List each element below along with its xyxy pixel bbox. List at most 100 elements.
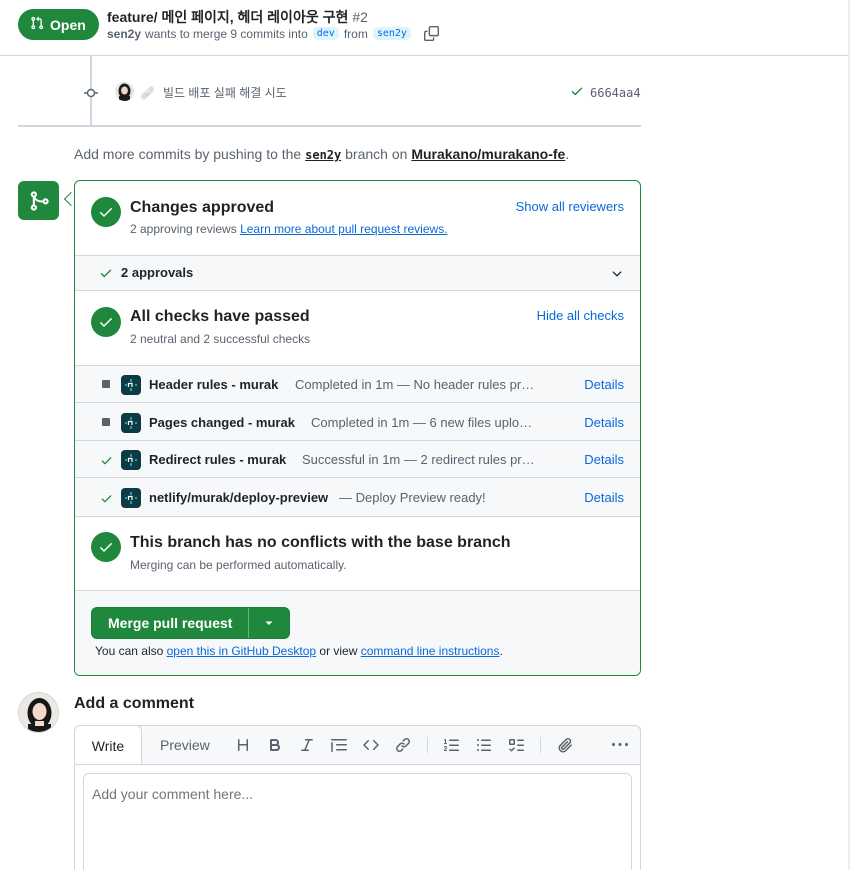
- show-reviewers-link[interactable]: Show all reviewers: [516, 199, 624, 214]
- merge-hint: You can also open this in GitHub Desktop…: [95, 644, 503, 658]
- bold-icon[interactable]: [266, 736, 284, 754]
- check-icon: [570, 84, 590, 101]
- base-branch[interactable]: dev: [312, 27, 339, 40]
- toolbar-divider: [540, 737, 541, 753]
- tab-write[interactable]: Write: [75, 726, 142, 765]
- check-icon: [100, 454, 113, 470]
- merge-button-group: Merge pull request: [91, 607, 290, 639]
- review-section: Changes approved 2 approving reviews Lea…: [75, 181, 640, 255]
- paperclip-icon[interactable]: [556, 736, 574, 754]
- copy-icon[interactable]: [423, 26, 439, 41]
- open-desktop-link[interactable]: open this in GitHub Desktop: [167, 644, 316, 658]
- netlify-app-icon: [121, 413, 141, 433]
- unordered-list-icon[interactable]: [475, 736, 493, 754]
- pr-state-badge: Open: [18, 9, 99, 40]
- toolbar-divider: [427, 737, 428, 753]
- check-description: Completed in 1m — 6 new files uploaded: [311, 415, 537, 430]
- check-name: Redirect rules - murak: [149, 452, 287, 467]
- check-row: Header rules - murak Completed in 1m — N…: [75, 366, 640, 403]
- check-details-link[interactable]: Details: [584, 490, 624, 505]
- pr-title: feature/ 메인 페이지, 헤더 레이아웃 구현 #2: [107, 7, 368, 27]
- comment-input[interactable]: [83, 773, 632, 870]
- editor-body: [75, 764, 640, 870]
- merge-hint-middle: or view: [319, 644, 358, 658]
- check-details-link[interactable]: Details: [584, 377, 624, 392]
- comment-title: Add a comment: [74, 695, 195, 712]
- head-branch[interactable]: sen2y: [372, 27, 411, 40]
- commit-sha[interactable]: 6664aa4: [570, 84, 641, 101]
- checks-title: All checks have passed: [130, 308, 310, 325]
- checks-subtitle: 2 neutral and 2 successful checks: [130, 332, 311, 346]
- add-commits-hint: Add more commits by pushing to the sen2y…: [74, 146, 569, 162]
- conflicts-title: This branch has no conflicts with the ba…: [130, 534, 511, 551]
- review-subtitle: 2 approving reviews Learn more about pul…: [130, 222, 448, 236]
- merge-box: Changes approved 2 approving reviews Lea…: [74, 180, 641, 676]
- netlify-app-icon: [121, 375, 141, 395]
- check-row: Pages changed - murak Completed in 1m — …: [75, 404, 640, 441]
- add-commits-branch[interactable]: sen2y: [305, 148, 341, 162]
- code-icon[interactable]: [362, 736, 380, 754]
- merge-hint-prefix: You can also: [95, 644, 164, 658]
- link-icon[interactable]: [394, 736, 412, 754]
- add-commits-prefix: Add more commits by pushing to the: [74, 146, 302, 162]
- merge-pull-request-button[interactable]: Merge pull request: [92, 608, 250, 638]
- check-details-link[interactable]: Details: [584, 415, 624, 430]
- commit-author-avatar[interactable]: [115, 82, 134, 101]
- check-icon: [100, 492, 113, 508]
- check-circle-icon: [91, 197, 121, 227]
- commit-message-text[interactable]: 빌드 배포 실패 해결 시도: [163, 84, 287, 101]
- kebab-horizontal-icon[interactable]: [611, 736, 629, 754]
- check-details-link[interactable]: Details: [584, 452, 624, 467]
- comment-editor: Write Preview: [74, 725, 641, 870]
- check-description: Successful in 1m — 2 redirect rules proc…: [302, 452, 537, 467]
- hide-checks-link[interactable]: Hide all checks: [537, 308, 624, 323]
- add-commits-suffix: .: [565, 146, 570, 162]
- neutral-status-icon: [102, 380, 110, 388]
- pr-sticky-header: Open feature/ 메인 페이지, 헤더 레이아웃 구현 #2 sen2y…: [0, 0, 848, 56]
- conflicts-subtitle: Merging can be performed automatically.: [130, 558, 347, 572]
- timeline-break: [18, 125, 641, 127]
- commit-message[interactable]: 🩹 빌드 배포 실패 해결 시도: [140, 84, 287, 101]
- commit-sha-text[interactable]: 6664aa4: [590, 86, 641, 100]
- check-name: Header rules - murak: [149, 377, 279, 392]
- check-icon: [99, 266, 113, 283]
- approvals-toggle[interactable]: 2 approvals: [75, 255, 640, 291]
- pr-merge-text: wants to merge 9 commits into: [145, 26, 308, 41]
- conflicts-section: This branch has no conflicts with the ba…: [75, 516, 640, 590]
- user-avatar[interactable]: [18, 692, 59, 733]
- check-name: netlify/murak/deploy-preview: [149, 490, 329, 505]
- check-description: — Deploy Preview ready!: [339, 490, 486, 505]
- triangle-down-icon: [265, 621, 273, 625]
- neutral-status-icon: [102, 418, 110, 426]
- check-name: Pages changed - murak: [149, 415, 295, 430]
- merge-hint-suffix: .: [499, 644, 503, 658]
- netlify-app-icon: [121, 450, 141, 470]
- checks-section: All checks have passed 2 neutral and 2 s…: [75, 291, 640, 365]
- pr-number: #2: [352, 9, 368, 25]
- add-commits-middle: branch on: [345, 146, 408, 162]
- pr-author[interactable]: sen2y: [107, 27, 141, 41]
- review-count: 2 approving reviews: [130, 222, 237, 236]
- approvals-label: 2 approvals: [121, 265, 194, 280]
- heading-icon[interactable]: [234, 736, 252, 754]
- check-circle-icon: [91, 307, 121, 337]
- check-row: Redirect rules - murak Successful in 1m …: [75, 441, 640, 478]
- merge-actions: Merge pull request You can also open thi…: [75, 590, 640, 675]
- pr-meta: sen2y wants to merge 9 commits into dev …: [107, 26, 439, 41]
- repo-link[interactable]: Murakano/murakano-fe: [411, 146, 565, 162]
- tab-preview[interactable]: Preview: [160, 737, 210, 753]
- ordered-list-icon[interactable]: [443, 736, 461, 754]
- cli-instructions-link[interactable]: command line instructions: [361, 644, 500, 658]
- review-title: Changes approved: [130, 199, 275, 216]
- quote-icon[interactable]: [330, 736, 348, 754]
- checks-list: Header rules - murak Completed in 1m — N…: [75, 365, 640, 516]
- pr-state-label: Open: [50, 16, 86, 33]
- learn-reviews-link[interactable]: Learn more about pull request reviews.: [240, 222, 447, 236]
- merge-options-dropdown[interactable]: [249, 618, 289, 628]
- italic-icon[interactable]: [298, 736, 316, 754]
- task-list-icon[interactable]: [507, 736, 525, 754]
- check-description: Completed in 1m — No header rules proces…: [295, 377, 535, 392]
- check-row: netlify/murak/deploy-preview — Deploy Pr…: [75, 479, 640, 516]
- chevron-down-icon[interactable]: [610, 267, 624, 284]
- pr-from-text: from: [343, 26, 368, 41]
